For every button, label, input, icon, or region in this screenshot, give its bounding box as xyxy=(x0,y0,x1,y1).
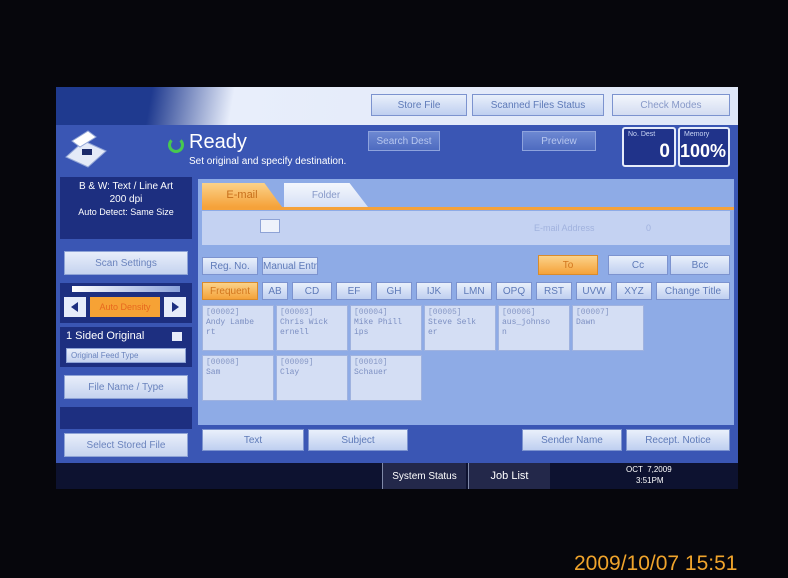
entry-key: [00007] xyxy=(576,308,610,317)
density-scale xyxy=(72,286,180,292)
scanner-icon xyxy=(62,127,110,169)
preview-button[interactable]: Preview xyxy=(522,131,596,151)
index-tab-frequent[interactable]: Frequent xyxy=(202,282,258,300)
index-tab-cd[interactable]: CD xyxy=(292,282,332,300)
job-list-tab[interactable]: Job List xyxy=(468,463,550,489)
footer-date: OCT 7,2009 xyxy=(626,465,672,474)
status-title: Ready xyxy=(189,131,247,153)
destination-entry[interactable]: [00007] Dawn xyxy=(572,305,644,351)
entry-key: [00002] xyxy=(206,308,240,317)
scan-settings-button[interactable]: Scan Settings xyxy=(64,251,188,275)
ready-ring-icon xyxy=(168,137,184,153)
entry-name: Dawn xyxy=(576,318,596,327)
sided-original-icon xyxy=(172,332,182,341)
density-panel: Auto Density xyxy=(60,283,192,323)
index-tab-ijk[interactable]: IJK xyxy=(416,282,452,300)
original-panel: 1 Sided Original Original Feed Type xyxy=(60,327,192,367)
tab-folder[interactable]: Folder xyxy=(284,183,368,207)
index-tab-xyz[interactable]: XYZ xyxy=(616,282,652,300)
destination-entry[interactable]: [00002] Andy Lambe rt xyxy=(202,305,274,351)
entry-key: [00005] xyxy=(428,308,462,317)
cc-button[interactable]: Cc xyxy=(608,255,668,275)
change-title-button[interactable]: Change Title xyxy=(656,282,730,300)
entry-name: Schauer xyxy=(354,368,388,377)
mode-line-1: B & W: Text / Line Art xyxy=(78,181,174,192)
destination-entry[interactable]: [00005] Steve Selk er xyxy=(424,305,496,351)
scanned-files-status-button[interactable]: Scanned Files Status xyxy=(472,94,604,116)
email-address-field[interactable]: E-mail Address 0 xyxy=(202,211,730,245)
email-address-label: E-mail Address xyxy=(534,223,595,233)
destination-entry[interactable]: [00003] Chris Wick ernell xyxy=(276,305,348,351)
tab-underline xyxy=(202,207,734,210)
destination-entry[interactable]: [00008] Sam xyxy=(202,355,274,401)
destination-area: E-mail Folder E-mail Address 0 Reg. No. … xyxy=(198,179,734,457)
destination-entry[interactable]: [00004] Mike Phill ips xyxy=(350,305,422,351)
destination-entry[interactable]: [00006] aus_johnso n xyxy=(498,305,570,351)
auto-density-button[interactable]: Auto Density xyxy=(90,297,160,317)
sender-name-button[interactable]: Sender Name xyxy=(522,429,622,451)
text-button[interactable]: Text xyxy=(202,429,304,451)
store-file-button[interactable]: Store File xyxy=(371,94,467,116)
index-tab-opq[interactable]: OPQ xyxy=(496,282,532,300)
entry-name-cont: er xyxy=(428,328,438,337)
dest-counter-label: No. Dest xyxy=(628,131,656,138)
memory-counter-label: Memory xyxy=(684,131,710,138)
mode-line-3: Auto Detect: Same Size xyxy=(78,207,174,217)
memory-counter: Memory 100% xyxy=(678,127,730,167)
recept-notice-button[interactable]: Recept. Notice xyxy=(626,429,730,451)
bcc-button[interactable]: Bcc xyxy=(670,255,730,275)
stored-file-bar xyxy=(60,407,192,429)
entry-name: aus_johnso xyxy=(502,318,551,327)
tab-email[interactable]: E-mail xyxy=(202,183,282,207)
sided-original-label: 1 Sided Original xyxy=(66,330,145,342)
status-subtitle: Set original and specify destination. xyxy=(189,156,347,167)
manual-entry-button[interactable]: Manual Entr xyxy=(262,257,318,275)
index-tab-uvw[interactable]: UVW xyxy=(576,282,612,300)
memory-counter-value: 100% xyxy=(679,141,726,161)
file-name-type-button[interactable]: File Name / Type xyxy=(64,375,188,399)
entry-key: [00004] xyxy=(354,308,388,317)
entry-name: Clay xyxy=(280,368,300,377)
check-modes-button[interactable]: Check Modes xyxy=(612,94,730,116)
entry-key: [00009] xyxy=(280,358,314,367)
footer-time: 3:51PM xyxy=(636,476,664,485)
entry-name-cont: n xyxy=(502,328,507,337)
entry-key: [00006] xyxy=(502,308,536,317)
entry-name-cont: rt xyxy=(206,328,216,337)
email-address-count: 0 xyxy=(646,223,652,233)
density-right-icon[interactable] xyxy=(164,297,186,317)
destination-entry[interactable]: [00010] Schauer xyxy=(350,355,422,401)
copier-touch-screen: Store File Scanned Files Status Check Mo… xyxy=(56,87,738,489)
reg-no-button[interactable]: Reg. No. xyxy=(202,257,258,275)
entry-key: [00003] xyxy=(280,308,314,317)
entry-name: Andy Lambe xyxy=(206,318,255,327)
destination-entry[interactable]: [00009] Clay xyxy=(276,355,348,401)
entry-name: Mike Phill xyxy=(354,318,403,327)
dest-counter-value: 0 xyxy=(659,141,670,162)
original-feed-type-button[interactable]: Original Feed Type xyxy=(66,348,186,363)
entry-name: Steve Selk xyxy=(428,318,477,327)
subject-button[interactable]: Subject xyxy=(308,429,408,451)
entry-key: [00008] xyxy=(206,358,240,367)
entry-name-cont: ernell xyxy=(280,328,309,337)
density-left-icon[interactable] xyxy=(64,297,86,317)
index-tab-ab[interactable]: AB xyxy=(262,282,288,300)
index-tab-ef[interactable]: EF xyxy=(336,282,372,300)
entry-name: Chris Wick xyxy=(280,318,329,327)
envelope-icon xyxy=(260,219,280,233)
photo-timestamp: 2009/10/07 15:51 xyxy=(574,552,738,575)
search-dest-button[interactable]: Search Dest xyxy=(368,131,440,151)
mode-line-2: 200 dpi xyxy=(109,194,143,205)
index-tab-lmn[interactable]: LMN xyxy=(456,282,492,300)
index-tab-rst[interactable]: RST xyxy=(536,282,572,300)
dest-counter: No. Dest 0 xyxy=(622,127,676,167)
entry-key: [00010] xyxy=(354,358,388,367)
entry-name-cont: ips xyxy=(354,328,369,337)
system-status-tab[interactable]: System Status xyxy=(382,463,466,489)
index-tab-gh[interactable]: GH xyxy=(376,282,412,300)
scan-mode-panel: B & W: Text / Line Art 200 dpi Auto Dete… xyxy=(60,177,192,239)
to-button[interactable]: To xyxy=(538,255,598,275)
entry-name: Sam xyxy=(206,368,221,377)
select-stored-file-button[interactable]: Select Stored File xyxy=(64,433,188,457)
